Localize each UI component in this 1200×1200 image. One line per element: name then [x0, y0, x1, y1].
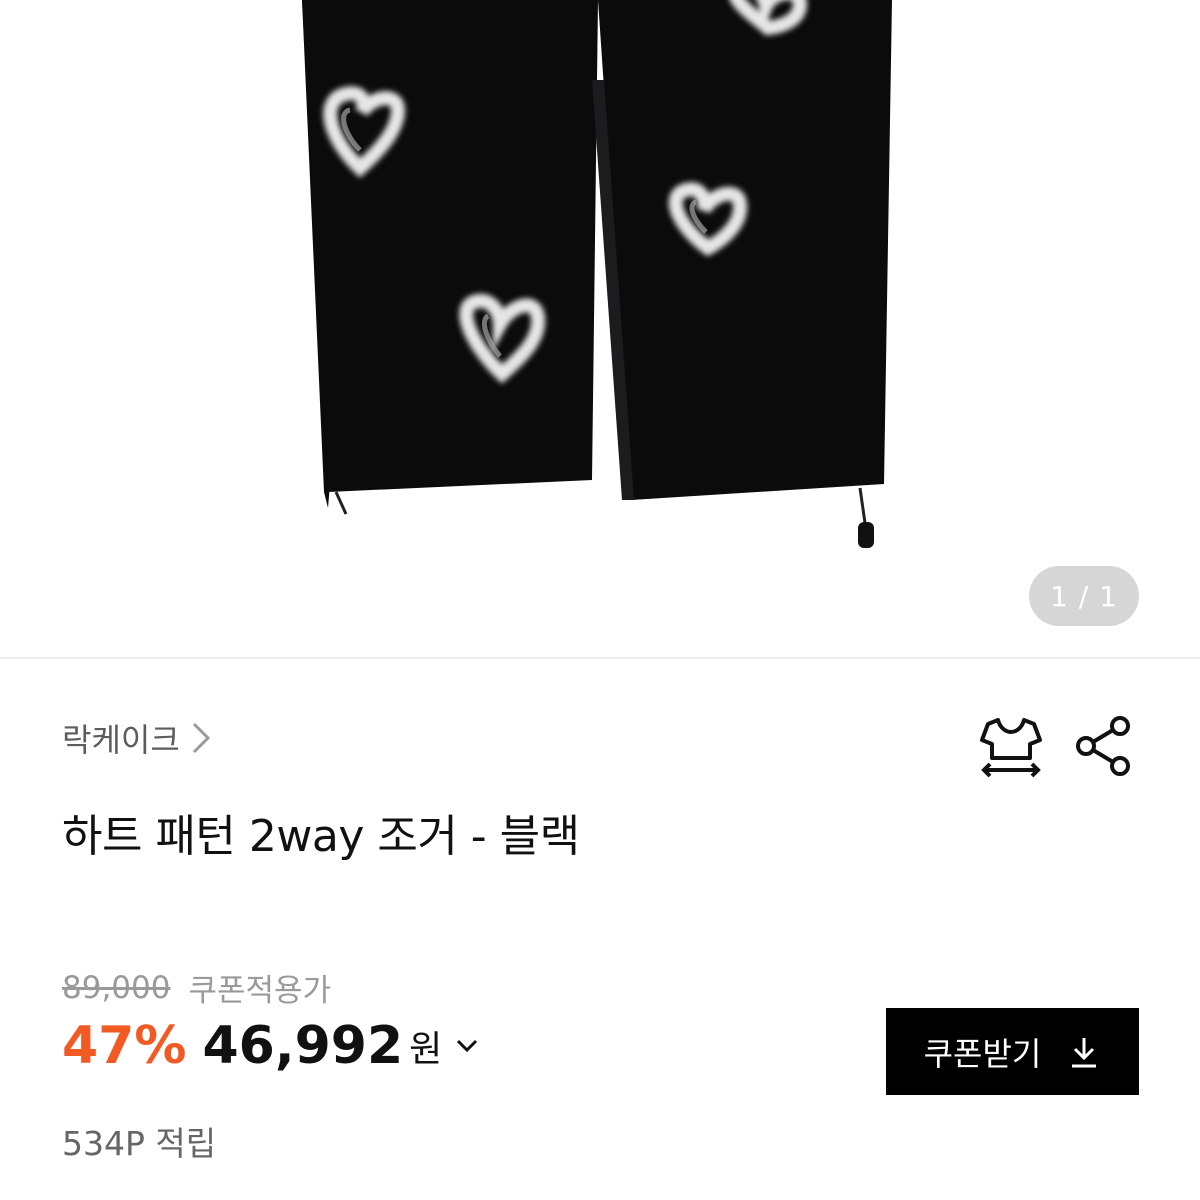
coupon-price-label: 쿠폰적용가	[188, 973, 332, 1009]
original-price-row: 89,000 쿠폰적용가	[62, 965, 331, 1010]
product-image-gallery[interactable]: 1 / 1	[0, 0, 1200, 656]
get-coupon-button[interactable]: 쿠폰받기	[886, 1008, 1139, 1095]
original-price: 89,000	[62, 969, 171, 1006]
image-page-indicator: 1 / 1	[1029, 566, 1139, 626]
get-coupon-label: 쿠폰받기	[923, 1034, 1042, 1073]
discount-rate: 47%	[62, 1016, 187, 1076]
brand-name: 락케이크	[62, 721, 180, 759]
reward-points: 534P 적립	[62, 1124, 217, 1163]
currency-unit: 원	[409, 1029, 443, 1070]
product-title: 하트 패턴 2way 조거 - 블랙	[62, 811, 580, 862]
final-price: 46,992	[202, 1016, 404, 1076]
chevron-right-icon	[192, 722, 210, 754]
download-icon	[1072, 1037, 1097, 1067]
section-divider	[0, 657, 1200, 659]
product-image	[302, 0, 892, 548]
sale-price-row: 47% 46,992 원	[62, 1016, 482, 1076]
chevron-down-icon[interactable]	[452, 1031, 482, 1061]
tshirt-size-guide-icon[interactable]	[978, 714, 1044, 780]
share-icon[interactable]	[1072, 714, 1136, 778]
brand-link[interactable]: 락케이크	[62, 712, 212, 764]
